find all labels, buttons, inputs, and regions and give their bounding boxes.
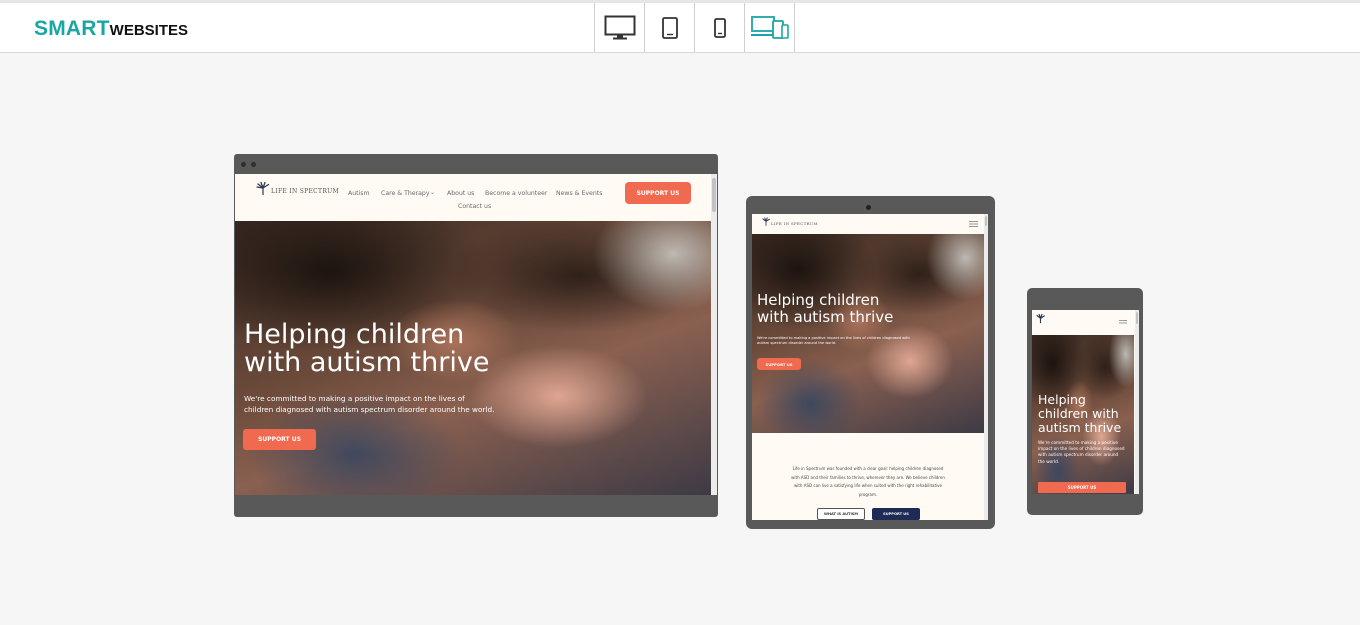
nav-autism[interactable]: Autism xyxy=(348,190,370,197)
mobile-view-button[interactable] xyxy=(695,3,745,52)
mobile-hero-subtitle: We're committed to making a positive imp… xyxy=(1038,440,1125,464)
tablet-screen: LIFE IN SPECTRUM Helping children with a… xyxy=(752,214,988,520)
brand-name[interactable]: LIFE IN SPECTRUM xyxy=(271,188,339,195)
nav-contact-us[interactable]: Contact us xyxy=(458,203,491,210)
desktop-view-button[interactable] xyxy=(595,3,645,52)
tablet-camera xyxy=(866,205,871,210)
what-is-autism-button[interactable]: WHAT IS AUTISM xyxy=(817,508,865,520)
tablet-icon xyxy=(661,16,678,39)
desktop-icon xyxy=(604,15,635,39)
tablet-support-us-hero-button[interactable]: SUPPORT US xyxy=(757,358,801,370)
nav-about-us[interactable]: About us xyxy=(447,190,474,197)
nav-care-therapy[interactable]: Care & Therapy xyxy=(381,190,430,197)
all-devices-view-button[interactable] xyxy=(745,3,795,52)
mobile-screen: Helping children with autism thrive We'r… xyxy=(1032,310,1139,494)
tablet-hero-title: Helping children with autism thrive xyxy=(757,291,894,326)
support-us-hero-button[interactable]: SUPPORT US xyxy=(243,429,316,450)
mobile-brand-flower-icon xyxy=(1036,313,1045,324)
tablet-view-button[interactable] xyxy=(645,3,695,52)
logo-primary-text: SMART xyxy=(34,17,110,40)
tablet-brand-name[interactable]: LIFE IN SPECTRUM xyxy=(771,221,818,226)
smart-websites-logo[interactable]: SMARTWEBSITES xyxy=(34,17,188,41)
tablet-menu-icon[interactable] xyxy=(969,221,978,227)
mobile-icon xyxy=(713,17,726,38)
mobile-support-us-button[interactable]: SUPPORT US xyxy=(1038,482,1126,493)
tablet-about-text: Life in Spectrum was founded with a clea… xyxy=(791,466,945,497)
mobile-menu-icon[interactable] xyxy=(1119,320,1127,325)
desktop-scrollbar[interactable] xyxy=(711,174,717,495)
support-us-nav-button[interactable]: SUPPORT US xyxy=(625,182,691,204)
chevron-down-icon: ⌄ xyxy=(430,190,436,196)
window-dots xyxy=(241,162,256,167)
tablet-brand-flower-icon xyxy=(762,217,770,226)
tablet-hero-subtitle: We're committed to making a positive imp… xyxy=(757,336,910,345)
device-selector xyxy=(594,3,795,52)
tablet-hero-photo xyxy=(752,234,984,433)
brand-flower-icon xyxy=(256,181,270,195)
desktop-screen: LIFE IN SPECTRUM Autism Care & Therapy ⌄… xyxy=(235,174,717,495)
nav-news-events[interactable]: News & Events xyxy=(556,190,602,197)
mobile-preview-frame: Helping children with autism thrive We'r… xyxy=(1027,288,1143,515)
mobile-scrollbar[interactable] xyxy=(1135,310,1139,494)
top-bar: SMARTWEBSITES xyxy=(0,0,1360,53)
hero-title: Helping children with autism thrive xyxy=(244,319,490,378)
nav-become-volunteer[interactable]: Become a volunteer xyxy=(485,190,547,197)
tablet-support-us-button[interactable]: SUPPORT US xyxy=(872,508,920,520)
mobile-hero-title: Helping children with autism thrive xyxy=(1038,392,1122,435)
hero-subtitle: We're committed to making a positive imp… xyxy=(244,394,495,414)
logo-secondary-text: WEBSITES xyxy=(109,22,189,39)
desktop-preview-frame: LIFE IN SPECTRUM Autism Care & Therapy ⌄… xyxy=(234,154,718,517)
all-devices-icon xyxy=(750,15,789,39)
tablet-scrollbar[interactable] xyxy=(984,214,988,520)
tablet-preview-frame: LIFE IN SPECTRUM Helping children with a… xyxy=(746,196,995,529)
